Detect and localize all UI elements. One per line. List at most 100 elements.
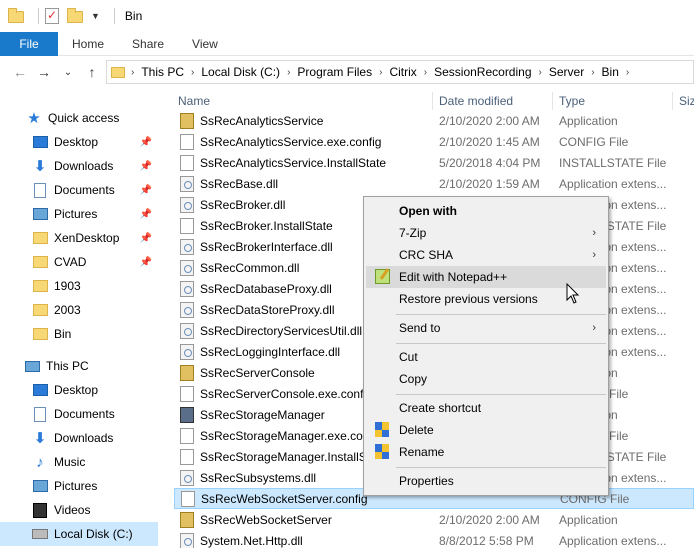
breadcrumb-chevron-icon[interactable]: › — [379, 67, 382, 78]
menu-item-create-shortcut[interactable]: Create shortcut — [366, 397, 606, 419]
menu-item-properties[interactable]: Properties — [366, 470, 606, 492]
file-name: SsRecCommon.dll — [200, 260, 300, 275]
config-file-icon — [180, 133, 194, 150]
sidebar-item-label: Documents — [54, 183, 115, 197]
sidebar-item-label: 2003 — [54, 303, 81, 317]
file-name: SsRecBroker.InstallState — [200, 218, 333, 233]
column-divider[interactable] — [552, 92, 553, 110]
pin-icon[interactable]: 📌 — [140, 137, 152, 148]
sidebar-item-1903[interactable]: 1903 — [0, 274, 158, 298]
tab-file[interactable]: File — [0, 31, 58, 56]
breadcrumb-citrix[interactable]: Citrix — [389, 65, 416, 79]
sidebar-item-desktop[interactable]: Desktop — [0, 378, 158, 402]
column-divider[interactable] — [432, 92, 433, 110]
desktop-icon — [32, 136, 48, 148]
file-row[interactable]: SsRecAnalyticsService 2/10/2020 2:00 AM Ap… — [174, 110, 694, 131]
config-file-icon — [181, 490, 195, 507]
menu-item-open-with[interactable]: Open with — [366, 200, 606, 222]
menu-item-cut[interactable]: Cut — [366, 346, 606, 368]
pin-icon[interactable]: 📌 — [140, 209, 152, 220]
sidebar-item-label: Bin — [54, 327, 72, 341]
application-icon — [180, 511, 194, 528]
dll-file-icon — [180, 301, 194, 318]
column-divider[interactable] — [672, 92, 673, 110]
sidebar-item-videos[interactable]: Videos — [0, 498, 158, 522]
file-date-modified: 2/10/2020 2:00 AM — [439, 113, 540, 128]
sidebar-item-documents[interactable]: Documents — [0, 402, 158, 426]
tab-home[interactable]: Home — [58, 32, 118, 56]
sidebar-item-desktop[interactable]: Desktop 📌 — [0, 130, 158, 154]
menu-item-rename[interactable]: Rename — [366, 441, 606, 463]
file-row[interactable]: SsRecBase.dll 2/10/2020 1:59 AM Applicatio… — [174, 173, 694, 194]
file-row[interactable]: System.Net.Http.dll 8/8/2012 5:58 PM Appli… — [174, 530, 694, 548]
sidebar-item-cvad[interactable]: CVAD 📌 — [0, 250, 158, 274]
ribbon-tabs: File Home Share View — [0, 31, 694, 56]
pin-icon[interactable]: 📌 — [140, 257, 152, 268]
breadcrumb-chevron-icon[interactable]: › — [191, 67, 194, 78]
pictures-icon — [32, 208, 48, 220]
file-row[interactable]: SsRecWebSocketServer 2/10/2020 2:00 AM App… — [174, 509, 694, 530]
breadcrumb-server[interactable]: Server — [549, 65, 584, 79]
breadcrumb-chevron-icon[interactable]: › — [131, 67, 134, 78]
breadcrumb-bin[interactable]: Bin — [602, 65, 619, 79]
navigation-bar: ← → ⌄ ↑ › This PC › Local Disk (C:) › Pr… — [0, 56, 694, 88]
properties-icon[interactable] — [45, 8, 59, 24]
breadcrumb-chevron-icon[interactable]: › — [626, 67, 629, 78]
pin-icon[interactable]: 📌 — [140, 161, 152, 172]
context-menu: Open with 7-Zip › CRC SHA › Edit with No… — [363, 196, 609, 496]
breadcrumb-program-files[interactable]: Program Files — [297, 65, 372, 79]
sidebar-item-xendesktop[interactable]: XenDesktop 📌 — [0, 226, 158, 250]
back-arrow-icon[interactable]: ← — [8, 60, 32, 84]
menu-item-copy[interactable]: Copy — [366, 368, 606, 390]
mouse-pointer-icon — [566, 283, 580, 304]
sidebar-item-this-pc[interactable]: This PC — [0, 354, 158, 378]
shield-icon — [375, 422, 389, 438]
sidebar-item-2003[interactable]: 2003 — [0, 298, 158, 322]
file-name: SsRecDatabaseProxy.dll — [200, 281, 332, 296]
breadcrumb-chevron-icon[interactable]: › — [591, 67, 594, 78]
address-bar[interactable]: › This PC › Local Disk (C:) › Program Fi… — [106, 60, 694, 84]
breadcrumb-local-disk[interactable]: Local Disk (C:) — [201, 65, 280, 79]
file-date-modified: 2/10/2020 1:45 AM — [439, 134, 540, 149]
menu-item-delete[interactable]: Delete — [366, 419, 606, 441]
config-file-icon — [180, 154, 194, 171]
sidebar-item-downloads[interactable]: ⬇ Downloads 📌 — [0, 154, 158, 178]
file-name: SsRecBroker.dll — [200, 197, 286, 212]
file-type: Application — [559, 512, 618, 527]
tab-view[interactable]: View — [178, 32, 232, 56]
breadcrumb-chevron-icon[interactable]: › — [424, 67, 427, 78]
sidebar-item-label: Pictures — [54, 207, 98, 221]
dll-file-icon — [180, 196, 194, 213]
sidebar-item-music[interactable]: ♪ Music — [0, 450, 158, 474]
sidebar-item-documents[interactable]: Documents 📌 — [0, 178, 158, 202]
file-type: INSTALLSTATE File — [559, 155, 667, 170]
menu-item-7zip[interactable]: 7-Zip › — [366, 222, 606, 244]
sidebar-item-quick-access[interactable]: ★ Quick access — [0, 106, 158, 130]
pin-icon[interactable]: 📌 — [140, 185, 152, 196]
sidebar-item-downloads[interactable]: ⬇ Downloads — [0, 426, 158, 450]
menu-separator — [396, 467, 606, 468]
new-folder-icon[interactable] — [67, 8, 83, 23]
sidebar-item-pictures[interactable]: Pictures 📌 — [0, 202, 158, 226]
pin-icon[interactable]: 📌 — [140, 233, 152, 244]
menu-item-crc-sha[interactable]: CRC SHA › — [366, 244, 606, 266]
file-row[interactable]: SsRecAnalyticsService.exe.config 2/10/202… — [174, 131, 694, 152]
forward-arrow-icon[interactable]: → — [32, 60, 56, 84]
menu-item-send-to[interactable]: Send to › — [366, 317, 606, 339]
sidebar-item-bin[interactable]: Bin — [0, 322, 158, 346]
file-row[interactable]: SsRecAnalyticsService.InstallState 5/20/2… — [174, 152, 694, 173]
sidebar-item-pictures[interactable]: Pictures — [0, 474, 158, 498]
recent-locations-chevron-icon[interactable]: ⌄ — [56, 60, 80, 84]
breadcrumb-chevron-icon[interactable]: › — [287, 67, 290, 78]
dll-file-icon — [180, 322, 194, 339]
file-name: SsRecAnalyticsService — [200, 113, 324, 128]
breadcrumb-chevron-icon[interactable]: › — [539, 67, 542, 78]
dll-file-icon — [180, 469, 194, 486]
file-date-modified: 2/10/2020 1:59 AM — [439, 176, 540, 191]
sidebar-item-local-disk[interactable]: Local Disk (C:) — [0, 522, 158, 546]
up-arrow-icon[interactable]: ↑ — [80, 60, 104, 84]
tab-share[interactable]: Share — [118, 32, 178, 56]
chevron-down-icon[interactable]: ▼ — [91, 11, 100, 21]
breadcrumb-sessionrecording[interactable]: SessionRecording — [434, 65, 531, 79]
breadcrumb-this-pc[interactable]: This PC — [141, 65, 184, 79]
